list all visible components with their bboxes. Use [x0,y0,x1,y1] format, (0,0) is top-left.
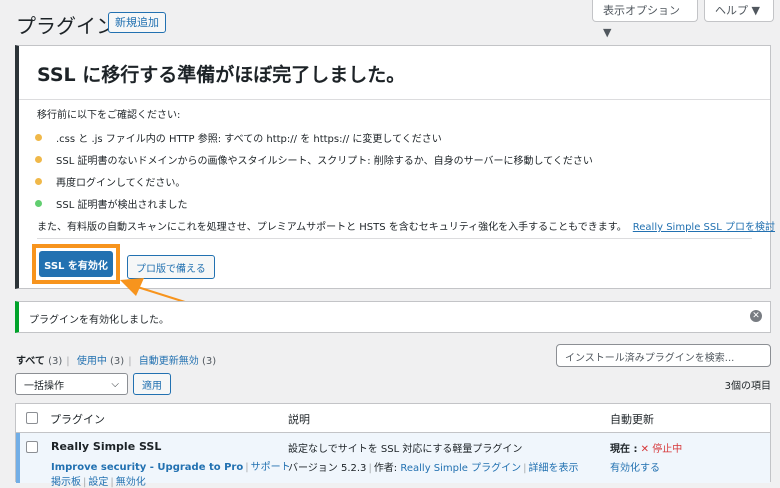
help-button[interactable]: ヘルプ ▼ [704,0,774,22]
deactivate-link[interactable]: 無効化 [116,477,146,488]
ssl-setup-card: SSL に移行する準備がほぼ完了しました。 移行前に以下をご確認ください: .c… [15,45,775,289]
page-title: プラグイン [16,14,116,38]
activate-ssl-button[interactable]: SSL を有効化 [39,251,113,277]
checklist-item: .css と .js ファイル内の HTTP 参照: すべての http:// … [35,126,593,148]
table-row: Really Simple SSL Improve security - Upg… [16,433,770,488]
auto-update-status: 現在 : ✕ 停止中 [610,444,683,455]
ssl-checklist: .css と .js ファイル内の HTTP 参照: すべての http:// … [35,126,593,214]
column-description: 説明 [288,413,310,426]
plugin-actions: Improve security - Upgrade to Pro | サポート [51,462,291,473]
filter-all[interactable]: すべて [16,356,45,367]
plugins-table: プラグイン 説明 自動更新 Really Simple SSL Improve … [15,403,771,488]
upgrade-link[interactable]: Improve security - Upgrade to Pro [51,462,243,473]
apply-button[interactable]: 適用 [133,373,171,395]
support-link[interactable]: サポート [251,462,291,473]
divider [37,238,752,239]
ssl-card-heading: SSL に移行する準備がほぼ完了しました。 [37,64,406,86]
row-checkbox[interactable] [26,441,38,453]
plugin-meta: バージョン 5.2.3 | 作者: Really Simple プラグイン | 詳細を表… [288,463,579,474]
upgrade-note: また、有料版の自動スキャンにこれを処理させ、プレミアムサポートと HSTS を含… [37,222,775,233]
column-plugin: プラグイン [50,413,105,426]
warning-dot-icon [35,177,42,185]
select-all-checkbox[interactable] [26,412,38,424]
status-badge: ✕ 停止中 [640,444,683,455]
highlight-box: SSL を有効化 [32,244,120,284]
warning-dot-icon [35,155,42,163]
table-header: プラグイン 説明 自動更新 [16,404,770,433]
filter-auto-update-disabled[interactable]: 自動更新無効 [139,356,199,367]
details-link[interactable]: 詳細を表示 [529,463,579,474]
checklist-item: SSL 証明書が検出されました [35,192,593,214]
plugin-actions: 掲示板 | 設定 | 無効化 [51,477,146,488]
column-auto-update: 自動更新 [610,413,654,426]
plugin-search-input[interactable]: インストール済みプラグインを検索... [556,344,771,367]
ssl-card-intro: 移行前に以下をご確認ください: [37,110,181,121]
forum-link[interactable]: 掲示板 [51,477,81,488]
add-new-button[interactable]: 新規追加 [108,12,166,33]
filter-active[interactable]: 使用中 [77,356,107,367]
bulk-action-select[interactable]: 一括操作 ⌵ [15,373,128,395]
plugin-filters: すべて (3) | 使用中 (3) | 自動更新無効 (3) [16,356,217,367]
settings-link[interactable]: 設定 [88,477,108,488]
author-link[interactable]: Really Simple プラグイン [400,463,521,474]
checklist-item: 再度ログインしてください。 [35,170,593,192]
checklist-item: SSL 証明書のないドメインからの画像やスタイルシート、スクリプト: 削除するか… [35,148,593,170]
dismiss-icon[interactable]: ✕ [750,310,762,322]
warning-dot-icon [35,133,42,141]
screen-options-button[interactable]: 表示オプション ▼ [592,0,698,39]
pro-upgrade-link[interactable]: Really Simple SSL プロを検討 [633,222,775,233]
plugin-name: Really Simple SSL [51,440,162,453]
chevron-down-icon: ⌵ [111,378,119,390]
divider [19,99,770,100]
items-count: 3個の項目 [724,381,771,392]
success-dot-icon [35,199,42,207]
activation-notice: プラグインを有効化しました。 ✕ [15,301,771,333]
notice-message: プラグインを有効化しました。 [29,315,169,326]
enable-auto-update-link[interactable]: 有効化する [610,459,660,474]
plugin-description: 設定なしでサイトを SSL 対応にする軽量プラグイン [288,444,523,455]
